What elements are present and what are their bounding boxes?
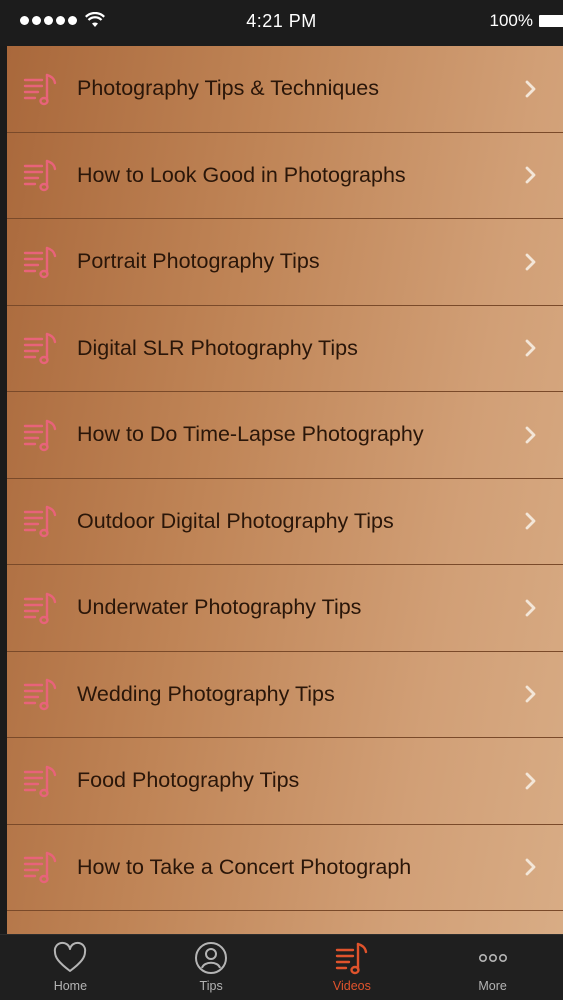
list-item[interactable]: How to Do Time-Lapse Photography — [7, 392, 563, 479]
list-item-label: Digital SLR Photography Tips — [77, 335, 358, 360]
battery-icon — [539, 15, 563, 27]
status-time: 4:21 PM — [246, 11, 317, 31]
list-item[interactable]: Portrait Photography Tips — [7, 219, 563, 306]
tab-label: Home — [53, 979, 88, 993]
tab-label: More — [478, 979, 507, 993]
list-item[interactable]: Photography Tips & Techniques — [7, 46, 563, 133]
music-list-icon — [23, 246, 57, 278]
chevron-right-icon — [525, 426, 536, 444]
list-item[interactable]: Digital SLR Photography Tips — [7, 306, 563, 392]
music-list-icon — [23, 333, 57, 365]
music-list-icon — [23, 679, 57, 711]
video-list: Photography Tips & Techniques How to Look… — [7, 46, 563, 934]
battery-percent: 100% — [489, 11, 533, 30]
music-list-icon — [23, 419, 57, 451]
list-item[interactable]: How to Look Good in Photographs — [7, 133, 563, 219]
chevron-right-icon — [525, 80, 536, 98]
music-list-icon — [23, 852, 57, 884]
heart-icon — [54, 941, 87, 972]
list-item-label: How to Do Time-Lapse Photography — [77, 422, 424, 447]
status-bar: 4:21 PM 100% — [0, 0, 563, 46]
chevron-right-icon — [525, 599, 536, 617]
chevron-right-icon — [525, 772, 536, 790]
chevron-right-icon — [525, 685, 536, 703]
chevron-right-icon — [525, 166, 536, 184]
tab-tips[interactable]: Tips — [141, 935, 282, 1000]
music-list-icon — [23, 592, 57, 624]
list-item[interactable]: How to Take a Concert Photograph — [7, 825, 563, 911]
tab-bar: Home Tips Videos More — [0, 934, 563, 1000]
list-item-label: Wedding Photography Tips — [77, 681, 335, 706]
music-list-icon — [23, 765, 57, 797]
status-right: 100% — [490, 11, 563, 31]
tab-label: Tips — [199, 979, 223, 993]
music-list-icon — [23, 73, 57, 105]
music-list-icon — [335, 942, 368, 975]
phone-screen: 4:21 PM 100% Photography Tips & Techniqu… — [0, 0, 563, 1000]
list-item-label: Photography Tips & Techniques — [77, 76, 379, 101]
chevron-right-icon — [525, 339, 536, 357]
list-item-label: How to Look Good in Photographs — [77, 162, 406, 187]
music-list-icon — [23, 160, 57, 192]
list-item[interactable]: Food Photography Tips — [7, 738, 563, 825]
user-circle-icon — [195, 942, 228, 974]
chevron-right-icon — [525, 253, 536, 271]
list-item-label: Food Photography Tips — [77, 768, 300, 793]
chevron-right-icon — [525, 512, 536, 530]
list-item-label: How to Take a Concert Photograph — [77, 854, 412, 879]
chevron-right-icon — [525, 858, 536, 876]
tab-label: Videos — [332, 979, 371, 993]
list-item[interactable]: Wedding Photography Tips — [7, 652, 563, 738]
list-item-label: Portrait Photography Tips — [77, 249, 320, 274]
tab-more[interactable]: More — [422, 935, 563, 1000]
list-item[interactable]: Underwater Photography Tips — [7, 565, 563, 652]
tab-home[interactable]: Home — [0, 935, 141, 1000]
more-dots-icon — [478, 954, 507, 963]
list-item-label: Underwater Photography Tips — [77, 595, 362, 620]
list-item-label: Outdoor Digital Photography Tips — [77, 508, 394, 533]
tab-videos[interactable]: Videos — [282, 935, 423, 1000]
list-item[interactable]: Outdoor Digital Photography Tips — [7, 479, 563, 565]
music-list-icon — [23, 506, 57, 538]
